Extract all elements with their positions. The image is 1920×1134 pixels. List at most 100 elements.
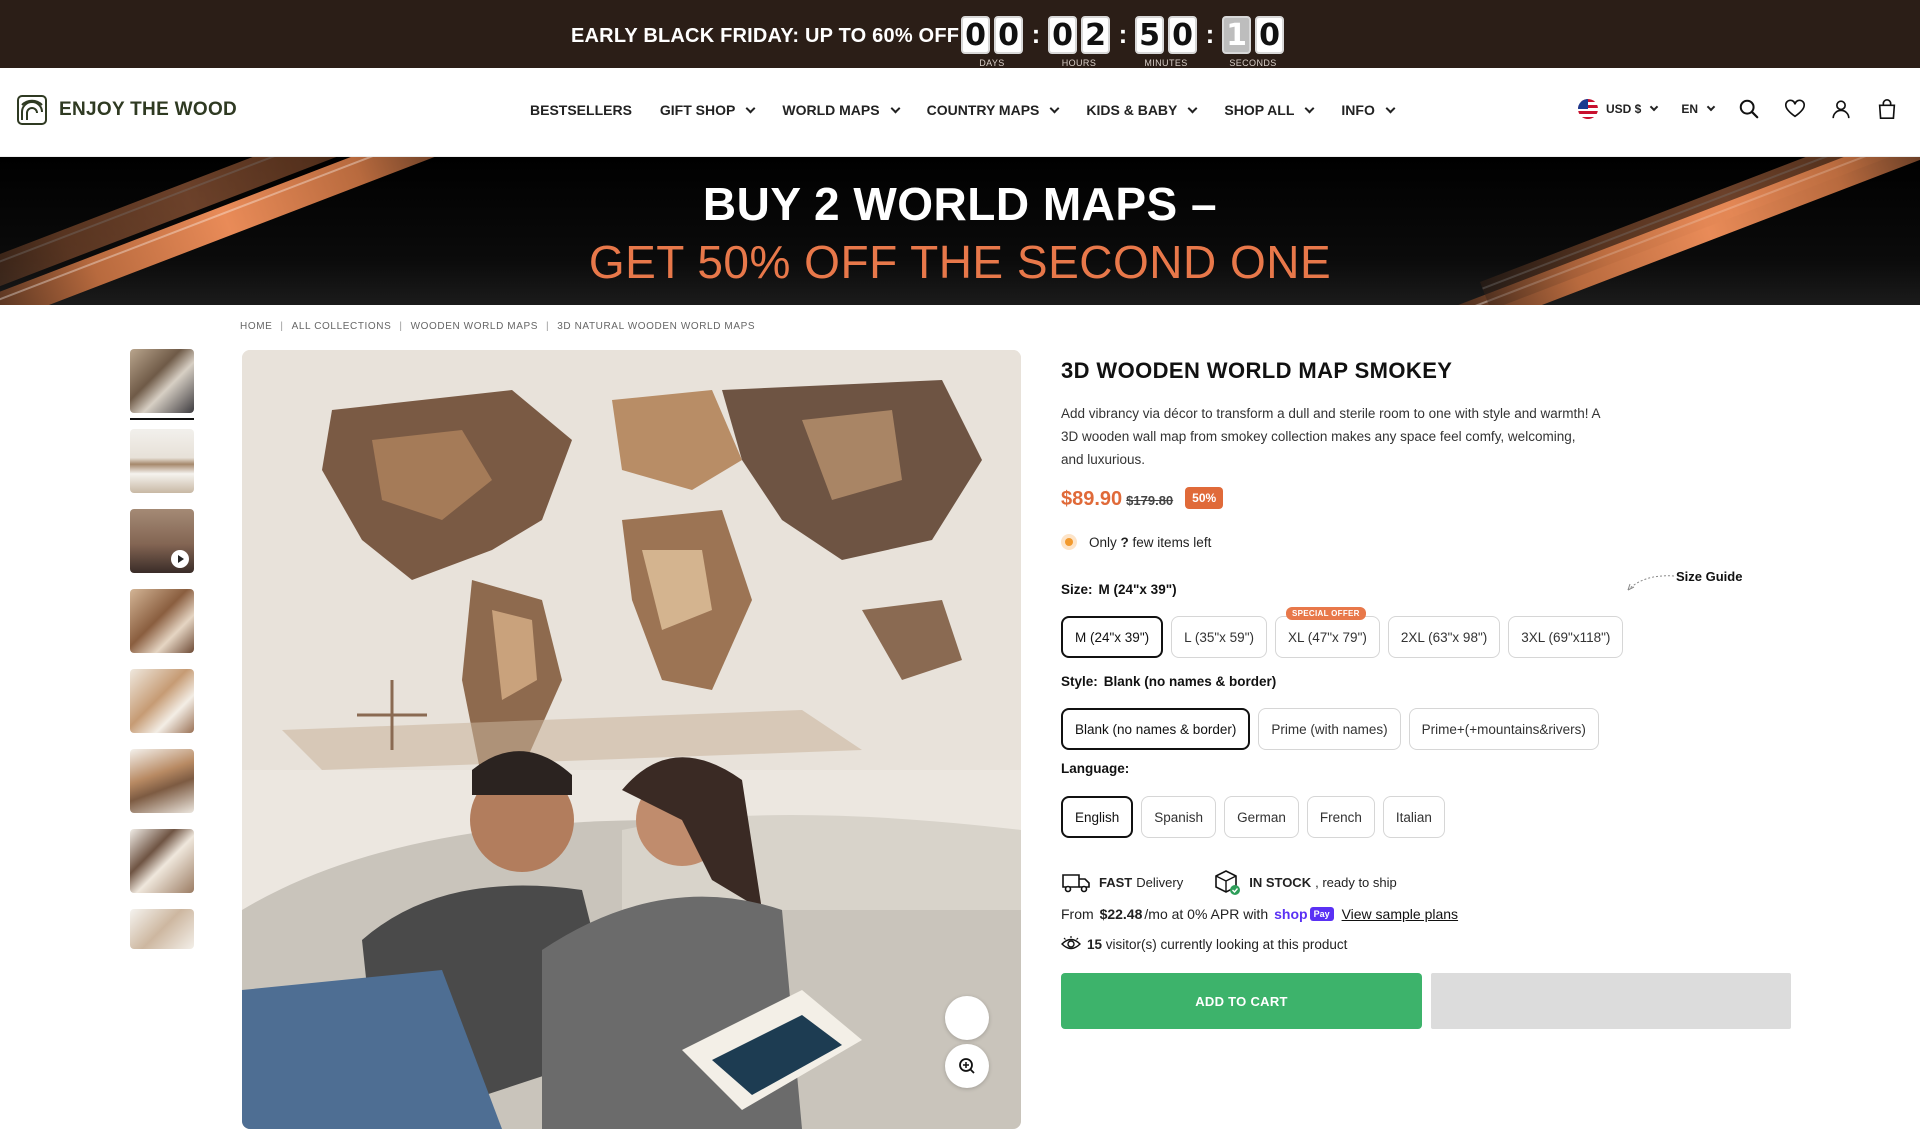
size-option-3xl[interactable]: 3XL (69"x118") <box>1508 616 1624 658</box>
brand-logo[interactable]: ENJOY THE WOOD <box>17 95 237 125</box>
countdown-label: SECONDS <box>1229 58 1277 68</box>
instock-bold: IN STOCK <box>1249 874 1312 890</box>
chevron-down-icon <box>1650 102 1659 112</box>
feature-row: FAST Delivery IN STOCK, ready to ship <box>1061 868 1427 896</box>
language-option-italian[interactable]: Italian <box>1382 796 1445 838</box>
countdown-separator: : <box>1031 19 1041 49</box>
announcement-bar: EARLY BLACK FRIDAY: UP TO 60% OFF 00 DAY… <box>0 0 1920 68</box>
language-option-french[interactable]: French <box>1306 796 1375 838</box>
eye-icon <box>1061 936 1081 950</box>
express-checkout-button[interactable] <box>1431 973 1791 1029</box>
style-option-prime[interactable]: Prime (with names) <box>1258 708 1401 750</box>
style-label: Style: Blank (no names & border) <box>1061 674 1276 689</box>
thumbnail-3[interactable] <box>130 509 194 573</box>
style-option-prime-plus[interactable]: Prime+(+mountains&rivers) <box>1408 708 1599 750</box>
language-selector[interactable]: EN <box>1681 102 1716 116</box>
zoom-in-icon <box>959 1058 975 1074</box>
thumbnail-6[interactable] <box>130 749 194 813</box>
size-option-xl[interactable]: SPECIAL OFFER XL (47"x 79") <box>1274 607 1380 658</box>
style-option-blank[interactable]: Blank (no names & border) <box>1061 708 1251 750</box>
thumbnail-8[interactable] <box>130 909 194 949</box>
nav-label: BESTSELLERS <box>530 102 632 118</box>
user-icon[interactable] <box>1830 98 1852 120</box>
countdown-digit: 0 <box>1255 16 1284 54</box>
product-photo <box>242 350 1021 1129</box>
breadcrumb-all-collections[interactable]: ALL COLLECTIONS <box>292 321 392 332</box>
countdown-digit: 5 <box>1135 16 1164 54</box>
size-guide-link[interactable]: Size Guide <box>1676 569 1742 584</box>
delivery-bold: FAST <box>1099 874 1133 890</box>
apr-suffix: /mo at 0% APR with <box>1144 906 1269 922</box>
thumbnail-2[interactable] <box>130 429 194 493</box>
brand-name: ENJOY THE WOOD <box>59 99 238 120</box>
breadcrumb-wooden-world-maps[interactable]: WOODEN WORLD MAPS <box>411 321 538 332</box>
nav-shop-all[interactable]: SHOP ALL <box>1224 102 1315 118</box>
view-sample-plans-link[interactable]: View sample plans <box>1342 906 1458 922</box>
promo-banner[interactable]: BUY 2 WORLD MAPS – GET 50% OFF THE SECON… <box>0 157 1920 305</box>
thumbnail-7[interactable] <box>130 829 194 893</box>
stock-notice: Only ? few items left <box>1061 534 1211 550</box>
style-label-text: Style: <box>1061 674 1098 689</box>
chevron-down-icon <box>1706 102 1716 112</box>
nav-bestsellers[interactable]: BESTSELLERS <box>530 102 632 118</box>
zoom-button[interactable] <box>945 1044 989 1088</box>
countdown-separator: : <box>1205 19 1215 49</box>
thumbnail-4[interactable] <box>130 589 194 653</box>
stock-count: ? <box>1120 534 1129 550</box>
apr-prefix: From <box>1061 906 1094 922</box>
in-stock: IN STOCK, ready to ship <box>1213 868 1397 896</box>
delivery-text: Delivery <box>1136 874 1184 890</box>
search-icon[interactable] <box>1738 98 1760 120</box>
currency-selector[interactable]: USD $ <box>1578 99 1659 119</box>
sale-price: $89.90 <box>1061 488 1123 510</box>
viewers-notice: 15 visitor(s) currently looking at this … <box>1061 935 1347 953</box>
thumbnail-5[interactable] <box>130 669 194 733</box>
countdown-days: 00 DAYS <box>961 16 1030 68</box>
chevron-down-icon <box>890 103 901 113</box>
breadcrumb-current[interactable]: 3D NATURAL WOODEN WORLD MAPS <box>557 321 755 332</box>
language-option-english[interactable]: English <box>1061 796 1134 838</box>
add-to-cart-button[interactable]: ADD TO CART <box>1061 973 1422 1029</box>
size-label: Size: M (24"x 39") <box>1061 582 1177 597</box>
nav-label: GIFT SHOP <box>659 102 736 118</box>
shop-pay-chip: Pay <box>1309 907 1334 921</box>
size-guide-arrow-icon <box>1627 575 1675 591</box>
main-product-image[interactable] <box>242 350 1021 1129</box>
thumbnail-1[interactable] <box>130 349 194 420</box>
countdown-digit: 2 <box>1081 16 1110 54</box>
instock-text: , ready to ship <box>1315 874 1397 890</box>
size-option-m[interactable]: M (24"x 39") <box>1061 616 1164 658</box>
breadcrumb-home[interactable]: HOME <box>240 321 272 332</box>
style-selected-value: Blank (no names & border) <box>1103 674 1277 689</box>
chevron-down-icon <box>1049 103 1060 113</box>
nav-label: INFO <box>1341 102 1375 118</box>
heart-icon[interactable] <box>1784 98 1806 120</box>
bag-icon[interactable] <box>1876 98 1898 120</box>
language-option-german[interactable]: German <box>1224 796 1299 838</box>
apr-amount: $22.48 <box>1099 906 1143 922</box>
size-selected-value: M (24"x 39") <box>1098 582 1177 597</box>
breadcrumb: HOME | ALL COLLECTIONS | WOODEN WORLD MA… <box>240 321 755 332</box>
nav-label: SHOP ALL <box>1224 102 1295 118</box>
us-flag-icon <box>1578 99 1598 119</box>
nav-country-maps[interactable]: COUNTRY MAPS <box>927 102 1060 118</box>
nav-world-maps[interactable]: WORLD MAPS <box>782 102 901 118</box>
nav-kids-baby[interactable]: KIDS & BABY <box>1086 102 1198 118</box>
breadcrumb-separator: | <box>280 321 284 332</box>
price-row: $89.90 $179.80 50% <box>1061 487 1224 512</box>
viewers-count: 15 <box>1087 936 1103 952</box>
announcement-text: EARLY BLACK FRIDAY: UP TO 60% OFF <box>571 25 960 47</box>
viewers-text: visitor(s) currently looking at this pro… <box>1105 936 1348 952</box>
nav-gift-shop[interactable]: GIFT SHOP <box>659 102 756 118</box>
size-option-l[interactable]: L (35"x 59") <box>1171 616 1267 658</box>
shop-logo: shop <box>1274 906 1308 922</box>
banner-subheadline: GET 50% OFF THE SECOND ONE <box>588 236 1332 288</box>
chevron-down-icon <box>1385 103 1396 113</box>
countdown-hours: 02 HOURS <box>1048 16 1117 68</box>
countdown-label: DAYS <box>979 58 1005 68</box>
product-title: 3D WOODEN WORLD MAP SMOKEY <box>1061 358 1453 383</box>
language-option-spanish[interactable]: Spanish <box>1141 796 1217 838</box>
nav-info[interactable]: INFO <box>1341 102 1396 118</box>
image-nav-button[interactable] <box>945 996 989 1040</box>
size-option-2xl[interactable]: 2XL (63"x 98") <box>1387 616 1501 658</box>
